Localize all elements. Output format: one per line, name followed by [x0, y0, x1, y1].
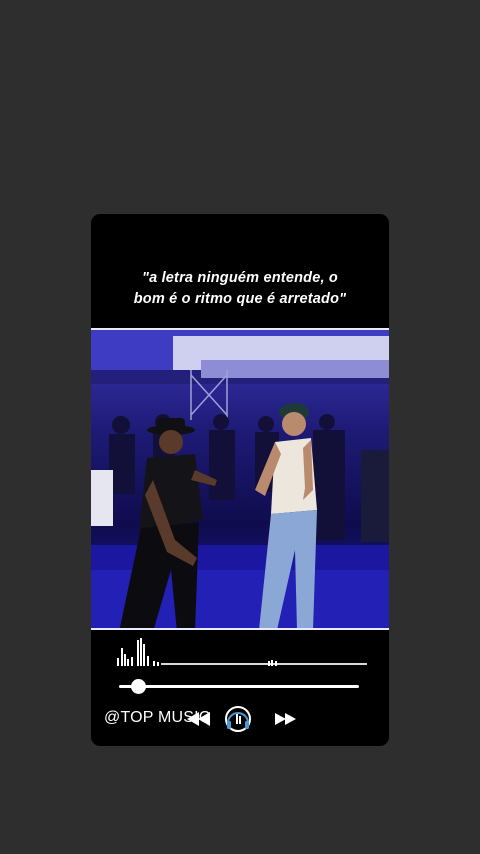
stage-scene [91, 330, 389, 628]
progress-track[interactable] [119, 685, 359, 688]
rewind-icon[interactable] [187, 712, 211, 726]
headphones-icon[interactable] [221, 705, 255, 733]
audio-waveform [117, 638, 367, 666]
story-card: "a letra ninguém entende, o bom é o ritm… [91, 214, 389, 746]
progress-knob[interactable] [130, 679, 146, 694]
concert-video[interactable] [91, 328, 389, 630]
quote-text: "a letra ninguém entende, o bom é o ritm… [91, 268, 389, 310]
fast-forward-icon[interactable] [275, 713, 297, 725]
quote-line-2: bom é o ritmo que é arretado" [133, 291, 347, 307]
quote-line-1: "a letra ninguém entende, o [142, 270, 338, 286]
